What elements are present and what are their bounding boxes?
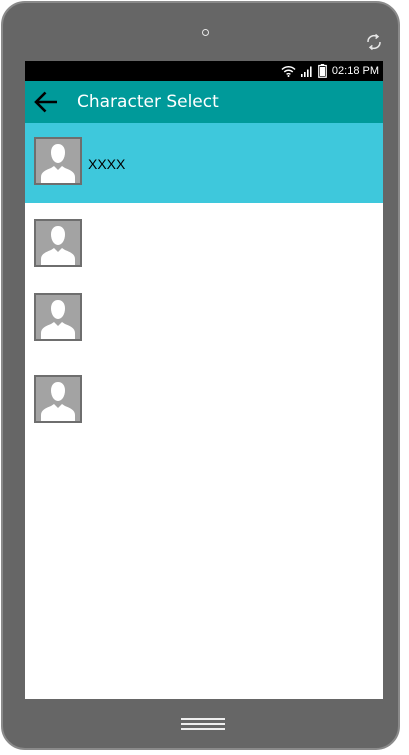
character-row-3[interactable] bbox=[25, 277, 383, 355]
wifi-icon bbox=[281, 65, 296, 77]
battery-icon bbox=[318, 64, 327, 78]
camera-icon bbox=[202, 29, 209, 36]
arrow-left-icon[interactable] bbox=[33, 90, 59, 114]
avatar bbox=[34, 219, 82, 267]
status-bar: 02:18 PM bbox=[25, 61, 383, 81]
status-time: 02:18 PM bbox=[331, 65, 379, 77]
character-row-2[interactable] bbox=[25, 203, 383, 277]
app-bar: Character Select bbox=[25, 81, 383, 123]
character-name: XXXX bbox=[88, 156, 126, 172]
character-row-4[interactable] bbox=[25, 355, 383, 435]
signal-icon bbox=[300, 66, 312, 77]
avatar bbox=[34, 375, 82, 423]
avatar bbox=[34, 137, 82, 185]
menu-icon[interactable] bbox=[181, 716, 225, 732]
user-silhouette-icon bbox=[41, 226, 75, 265]
user-silhouette-icon bbox=[41, 144, 75, 183]
character-row-1[interactable]: XXXX bbox=[25, 123, 383, 203]
avatar bbox=[34, 293, 82, 341]
user-silhouette-icon bbox=[41, 300, 75, 339]
rotate-icon[interactable] bbox=[365, 33, 383, 51]
user-silhouette-icon bbox=[41, 382, 75, 421]
screen: 02:18 PM Character Select XXXX bbox=[25, 61, 383, 699]
page-title: Character Select bbox=[77, 92, 219, 112]
